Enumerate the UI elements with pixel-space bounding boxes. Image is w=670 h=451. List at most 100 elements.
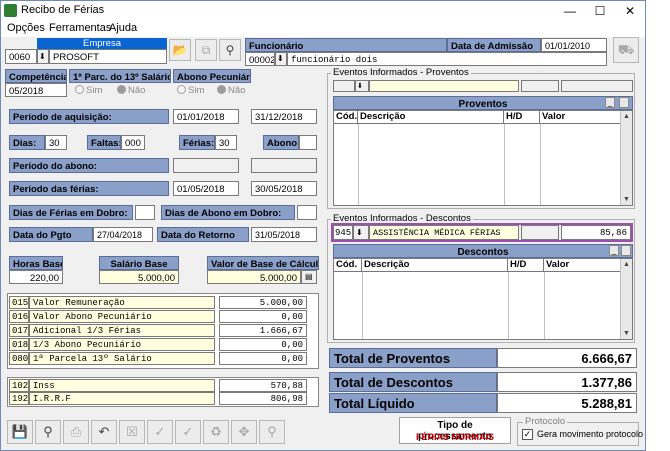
evento-provento-hd[interactable] [521, 80, 559, 92]
menu-ajuda[interactable]: Ajuda [109, 22, 137, 34]
save-icon[interactable]: 💾 [7, 420, 33, 444]
dias-abono-dobro-field[interactable] [297, 205, 317, 220]
close-button[interactable]: ✕ [615, 1, 645, 21]
admissao-field[interactable]: 01/01/2010 [541, 38, 607, 52]
descontos-col-desc[interactable]: Descrição [362, 259, 508, 272]
evento-desconto-value[interactable]: 85,86 [561, 225, 631, 240]
empresa-lookup-icon[interactable]: ⬇ [37, 49, 49, 64]
print-icon[interactable]: ⎙ [63, 420, 89, 444]
check-icon[interactable]: ✓ [147, 420, 173, 444]
salario-base-field[interactable]: 5.000,00 [99, 270, 179, 284]
protocolo-checkbox[interactable]: ✓ [522, 429, 533, 440]
funcionario-code-field[interactable]: 00002 [245, 52, 275, 66]
truck-icon[interactable]: ⛟ [613, 37, 639, 63]
title-bar: Recibo de Férias — ☐ ✕ [1, 1, 645, 21]
dias-ferias-dobro-field[interactable] [135, 205, 155, 220]
horas-base-label: Horas Base [9, 256, 63, 270]
dias-label: Dias: [9, 135, 45, 150]
descontos-maximize-icon[interactable] [621, 245, 631, 256]
search-icon[interactable]: ⚲ [219, 39, 241, 61]
periodo-ferias-end[interactable]: 30/05/2018 [251, 181, 317, 196]
ferias-field[interactable]: 30 [215, 135, 237, 150]
descontos-header: Descontos [333, 244, 633, 258]
tax-row-code: 102 [9, 379, 29, 392]
ferias-label: Férias: [179, 135, 215, 150]
evento-provento-lookup-icon[interactable]: ⬇ [355, 80, 369, 92]
periodo-ferias-start[interactable]: 01/05/2018 [173, 181, 239, 196]
funcionario-name-field[interactable]: funcionário dois [287, 52, 607, 66]
lock-icon[interactable]: ♻ [203, 420, 229, 444]
proventos-col-valor[interactable]: Valor [540, 111, 620, 124]
evento-desconto-code[interactable]: 945 [333, 225, 353, 240]
parcela13-nao-radio[interactable]: Não [117, 85, 145, 96]
evento-provento-code[interactable] [333, 80, 355, 92]
delete-icon[interactable]: ☒ [119, 420, 145, 444]
evento-desconto-lookup-icon[interactable]: ⬇ [353, 225, 369, 240]
abono-sim-radio[interactable]: Sim [177, 85, 204, 96]
proventos-minimize-icon[interactable]: _ [605, 97, 615, 108]
calculator-icon[interactable]: ▤ [301, 270, 317, 284]
open-folder-button[interactable]: 📂 [169, 39, 191, 61]
scroll-down-icon[interactable]: ▼ [621, 194, 632, 205]
proventos-col-desc[interactable]: Descrição [358, 111, 504, 124]
descontos-grid[interactable]: Cód. Descrição H/D Valor ▲ ▼ [333, 258, 633, 340]
parcela13-sim-radio[interactable]: Sim [75, 85, 102, 96]
proventos-grid[interactable]: Cód. Descrição H/D Valor ▲ ▼ [333, 110, 633, 206]
preview-icon[interactable]: ⚲ [35, 420, 61, 444]
menu-opcoes[interactable]: Opções [7, 22, 45, 34]
proventos-header: Proventos [333, 96, 633, 110]
user-search-icon[interactable]: ⚲ [259, 420, 285, 444]
proventos-col-hd[interactable]: H/D [504, 111, 540, 124]
proventos-col-cod[interactable]: Cód. [334, 111, 358, 124]
proventos-maximize-icon[interactable] [619, 97, 629, 108]
evento-desconto-desc[interactable]: ASSISTÊNCIA MÉDICA FÉRIAS [369, 225, 519, 240]
descontos-col-hd[interactable]: H/D [508, 259, 544, 272]
periodo-abono-end[interactable] [251, 158, 317, 173]
abono-dias-field[interactable] [299, 135, 317, 150]
protocolo-title: Protocolo [523, 416, 568, 427]
evento-desconto-hd[interactable] [521, 225, 559, 240]
data-pgto-field[interactable]: 27/04/2018 [93, 227, 153, 242]
evento-provento-value[interactable] [561, 80, 633, 92]
summary-row-desc: 1/3 Abono Pecuniário [29, 338, 215, 351]
parcela13-nao-label: Não [128, 85, 146, 96]
admissao-label: Data de Admissão [447, 38, 541, 52]
minimize-button[interactable]: — [555, 1, 585, 21]
competencia-field[interactable]: 05/2018 [5, 83, 67, 97]
menu-ferramentas[interactable]: Ferramentas [49, 22, 111, 34]
summary-row-desc: Adicional 1/3 Férias [29, 324, 215, 337]
faltas-field[interactable]: 000 [121, 135, 145, 150]
summary-row-value: 0,00 [219, 352, 307, 365]
evento-provento-desc[interactable] [369, 80, 519, 92]
maximize-button[interactable]: ☐ [585, 1, 615, 21]
descontos-col-cod[interactable]: Cód. [334, 259, 362, 272]
periodo-aquisicao-end[interactable]: 31/12/2018 [251, 109, 317, 124]
abono-nao-radio[interactable]: Não [217, 85, 245, 96]
scroll-up-icon[interactable]: ▲ [621, 259, 632, 270]
move-icon[interactable]: ✥ [231, 420, 257, 444]
periodo-aquisicao-start[interactable]: 01/01/2018 [173, 109, 239, 124]
tax-row-code: 192 [9, 392, 29, 405]
data-retorno-field[interactable]: 31/05/2018 [251, 227, 317, 242]
processamento-box: Tipo de processamento FÉRIAS NORMAIS [399, 417, 511, 444]
tax-row-desc: I.R.R.F [29, 392, 215, 405]
periodo-abono-start[interactable] [173, 158, 239, 173]
descontos-col-valor[interactable]: Valor [544, 259, 620, 272]
copy-button[interactable]: ⧉ [195, 39, 217, 61]
scroll-up-icon[interactable]: ▲ [621, 111, 632, 122]
descontos-scrollbar[interactable]: ▲ ▼ [620, 259, 632, 339]
horas-base-field[interactable]: 220,00 [9, 270, 63, 284]
empresa-code-field[interactable]: 0060 [5, 49, 37, 64]
valor-base-calculo-field[interactable]: 5.000,00 [207, 270, 301, 284]
summary-row-value: 0,00 [219, 310, 307, 323]
funcionario-lookup-icon[interactable]: ⬇ [275, 52, 287, 66]
confirm-icon[interactable]: ✓ [175, 420, 201, 444]
periodo-aquisicao-label: Período de aquisição: [9, 109, 169, 124]
scroll-down-icon[interactable]: ▼ [621, 328, 632, 339]
undo-icon[interactable]: ↶ [91, 420, 117, 444]
dias-field[interactable]: 30 [45, 135, 67, 150]
proventos-scrollbar[interactable]: ▲ ▼ [620, 111, 632, 205]
data-pgto-label: Data do Pgto [9, 227, 93, 242]
empresa-name-field[interactable]: PROSOFT [49, 49, 167, 64]
descontos-minimize-icon[interactable]: _ [609, 245, 619, 256]
